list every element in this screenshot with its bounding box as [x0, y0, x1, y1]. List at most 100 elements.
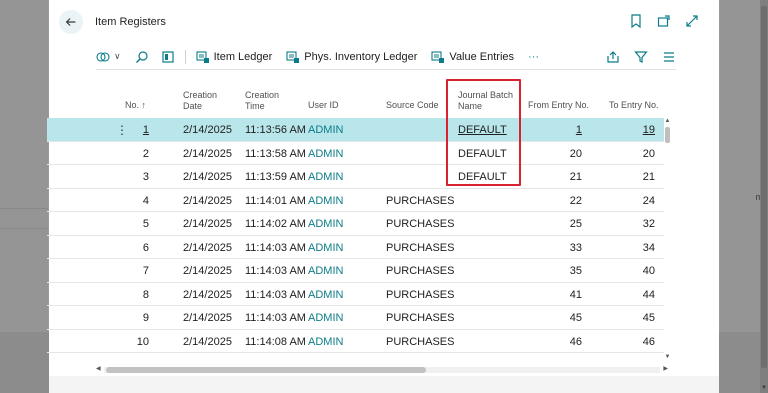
table-header: No. ↑ Creation Date Creation Time User I…	[47, 78, 664, 118]
cell-no[interactable]: 9	[143, 312, 149, 324]
cell-no[interactable]: 10	[137, 336, 149, 348]
toolbar-divider	[184, 49, 186, 64]
column-header-creation-time[interactable]: Creation Time	[245, 90, 279, 112]
value-entries-button[interactable]: Value Entries	[431, 50, 514, 64]
table-horizontal-scrollbar[interactable]: ◀ ▶	[96, 366, 668, 374]
cell-from[interactable]: 45	[570, 312, 582, 324]
cell-no[interactable]: 6	[143, 242, 149, 254]
cell-from[interactable]: 22	[570, 195, 582, 207]
table-horizontal-scrollbar-thumb[interactable]	[106, 367, 426, 373]
cell-from[interactable]: 35	[570, 265, 582, 277]
cell-user[interactable]: ADMIN	[308, 148, 343, 160]
cell-source: PURCHASES	[386, 312, 455, 324]
cell-from[interactable]: 20	[570, 148, 582, 160]
cell-no[interactable]: 5	[143, 218, 149, 230]
phys-inventory-ledger-button[interactable]: Phys. Inventory Ledger	[286, 50, 417, 64]
cell-no[interactable]: 1	[143, 124, 149, 136]
chevron-down-icon: ∨	[114, 51, 121, 61]
cell-to[interactable]: 20	[643, 148, 655, 160]
cell-user[interactable]: ADMIN	[308, 312, 343, 324]
cell-to[interactable]: 34	[643, 242, 655, 254]
scroll-up-arrow-icon[interactable]: ▲	[664, 118, 671, 124]
cell-user[interactable]: ADMIN	[308, 195, 343, 207]
cell-to[interactable]: 19	[643, 124, 655, 136]
cell-date: 2/14/2025	[183, 218, 232, 230]
cell-to[interactable]: 24	[643, 195, 655, 207]
open-new-window-icon[interactable]	[657, 14, 671, 28]
phys-inventory-ledger-label: Phys. Inventory Ledger	[304, 50, 418, 63]
cell-no[interactable]: 7	[143, 265, 149, 277]
cell-time: 11:13:59 AM	[245, 171, 306, 183]
scroll-left-arrow-icon[interactable]: ◀	[96, 365, 101, 372]
cell-user[interactable]: ADMIN	[308, 289, 343, 301]
cell-no[interactable]: 4	[143, 195, 149, 207]
table-row[interactable]: 2 2/14/2025 11:13:58 AM ADMIN DEFAULT 20 20	[47, 142, 664, 165]
toolbar-right-actions	[606, 50, 676, 64]
cell-from[interactable]: 33	[570, 242, 582, 254]
bookmark-icon[interactable]	[629, 14, 643, 29]
column-header-source-code[interactable]: Source Code	[386, 100, 439, 111]
cell-to[interactable]: 46	[643, 336, 655, 348]
table-row[interactable]: 10 2/14/2025 11:14:08 AM ADMIN PURCHASES 46 46	[47, 330, 664, 353]
page-scrollbar-thumb[interactable]	[761, 6, 767, 368]
cell-user[interactable]: ADMIN	[308, 124, 343, 136]
scroll-down-arrow-icon[interactable]: ▼	[760, 385, 768, 391]
ledger-icon	[286, 50, 300, 64]
cell-no[interactable]: 8	[143, 289, 149, 301]
cell-from[interactable]: 25	[570, 218, 582, 230]
cell-from[interactable]: 1	[576, 124, 582, 136]
cell-no[interactable]: 2	[143, 148, 149, 160]
column-header-from-entry-no[interactable]: From Entry No.	[528, 100, 589, 111]
cell-to[interactable]: 45	[643, 312, 655, 324]
more-options-button[interactable]: ···	[528, 51, 539, 63]
cell-source: PURCHASES	[386, 241, 455, 254]
cell-user[interactable]: ADMIN	[308, 265, 343, 277]
scroll-right-arrow-icon[interactable]: ▶	[663, 365, 668, 372]
cell-user[interactable]: ADMIN	[308, 218, 343, 230]
column-header-no[interactable]: No. ↑	[125, 100, 146, 111]
cell-source: PURCHASES	[386, 218, 455, 230]
table-row[interactable]: 3 2/14/2025 11:13:59 AM ADMIN DEFAULT 21 21	[47, 165, 664, 189]
search-button[interactable]	[135, 50, 149, 64]
cell-from[interactable]: 21	[570, 171, 582, 183]
edit-list-icon	[161, 50, 175, 64]
dialog-footer	[49, 376, 719, 393]
edit-list-button[interactable]	[161, 50, 175, 64]
list-view-icon[interactable]	[662, 50, 676, 64]
view-mode-button[interactable]: ∨	[96, 50, 121, 64]
table-row[interactable]: 6 2/14/2025 11:14:03 AM ADMIN PURCHASES 33 34	[47, 236, 664, 259]
cell-from[interactable]: 46	[570, 336, 582, 348]
back-button[interactable]	[59, 10, 83, 34]
table-row[interactable]: 9 2/14/2025 11:14:03 AM ADMIN PURCHASES 45 45	[47, 306, 664, 330]
cell-no[interactable]: 3	[143, 171, 149, 183]
table-row[interactable]: 5 2/14/2025 11:14:02 AM ADMIN PURCHASES 25 32	[47, 212, 664, 236]
row-actions-menu-button[interactable]: ⋮	[116, 123, 128, 137]
table-row[interactable]: 7 2/14/2025 11:14:03 AM ADMIN PURCHASES 35 40	[47, 259, 664, 283]
cell-to[interactable]: 32	[643, 218, 655, 230]
cell-user[interactable]: ADMIN	[308, 242, 343, 254]
column-header-creation-date[interactable]: Creation Date	[183, 90, 217, 112]
table-vertical-scrollbar[interactable]: ▲ ▼	[664, 118, 671, 368]
cell-from[interactable]: 41	[570, 289, 582, 301]
table-row[interactable]: 8 2/14/2025 11:14:03 AM ADMIN PURCHASES 41 44	[47, 283, 664, 306]
cell-user[interactable]: ADMIN	[308, 336, 343, 348]
cell-to[interactable]: 40	[643, 265, 655, 277]
cell-to[interactable]: 44	[643, 289, 655, 301]
expand-icon[interactable]	[685, 14, 699, 28]
page-scrollbar[interactable]: ▼	[760, 0, 768, 393]
table-vertical-scrollbar-thumb[interactable]	[665, 127, 670, 143]
share-icon[interactable]	[606, 50, 620, 64]
column-header-user-id[interactable]: User ID	[308, 100, 339, 111]
column-header-to-entry-no[interactable]: To Entry No.	[609, 100, 659, 111]
cell-to[interactable]: 21	[643, 171, 655, 183]
table-row[interactable]: 4 2/14/2025 11:14:01 AM ADMIN PURCHASES 22 24	[47, 189, 664, 212]
item-ledger-button[interactable]: Item Ledger	[196, 50, 273, 64]
table-row[interactable]: 1 2/14/2025 11:13:56 AM ADMIN DEFAULT 1 19 ⋮	[47, 118, 664, 142]
scroll-down-arrow-icon[interactable]: ▼	[664, 354, 671, 360]
cell-user[interactable]: ADMIN	[308, 171, 343, 183]
item-ledger-label: Item Ledger	[213, 50, 273, 63]
cell-source: PURCHASES	[386, 265, 455, 277]
cell-time: 11:13:58 AM	[245, 147, 306, 160]
filter-icon[interactable]	[634, 50, 648, 64]
cell-source: PURCHASES	[386, 335, 455, 348]
